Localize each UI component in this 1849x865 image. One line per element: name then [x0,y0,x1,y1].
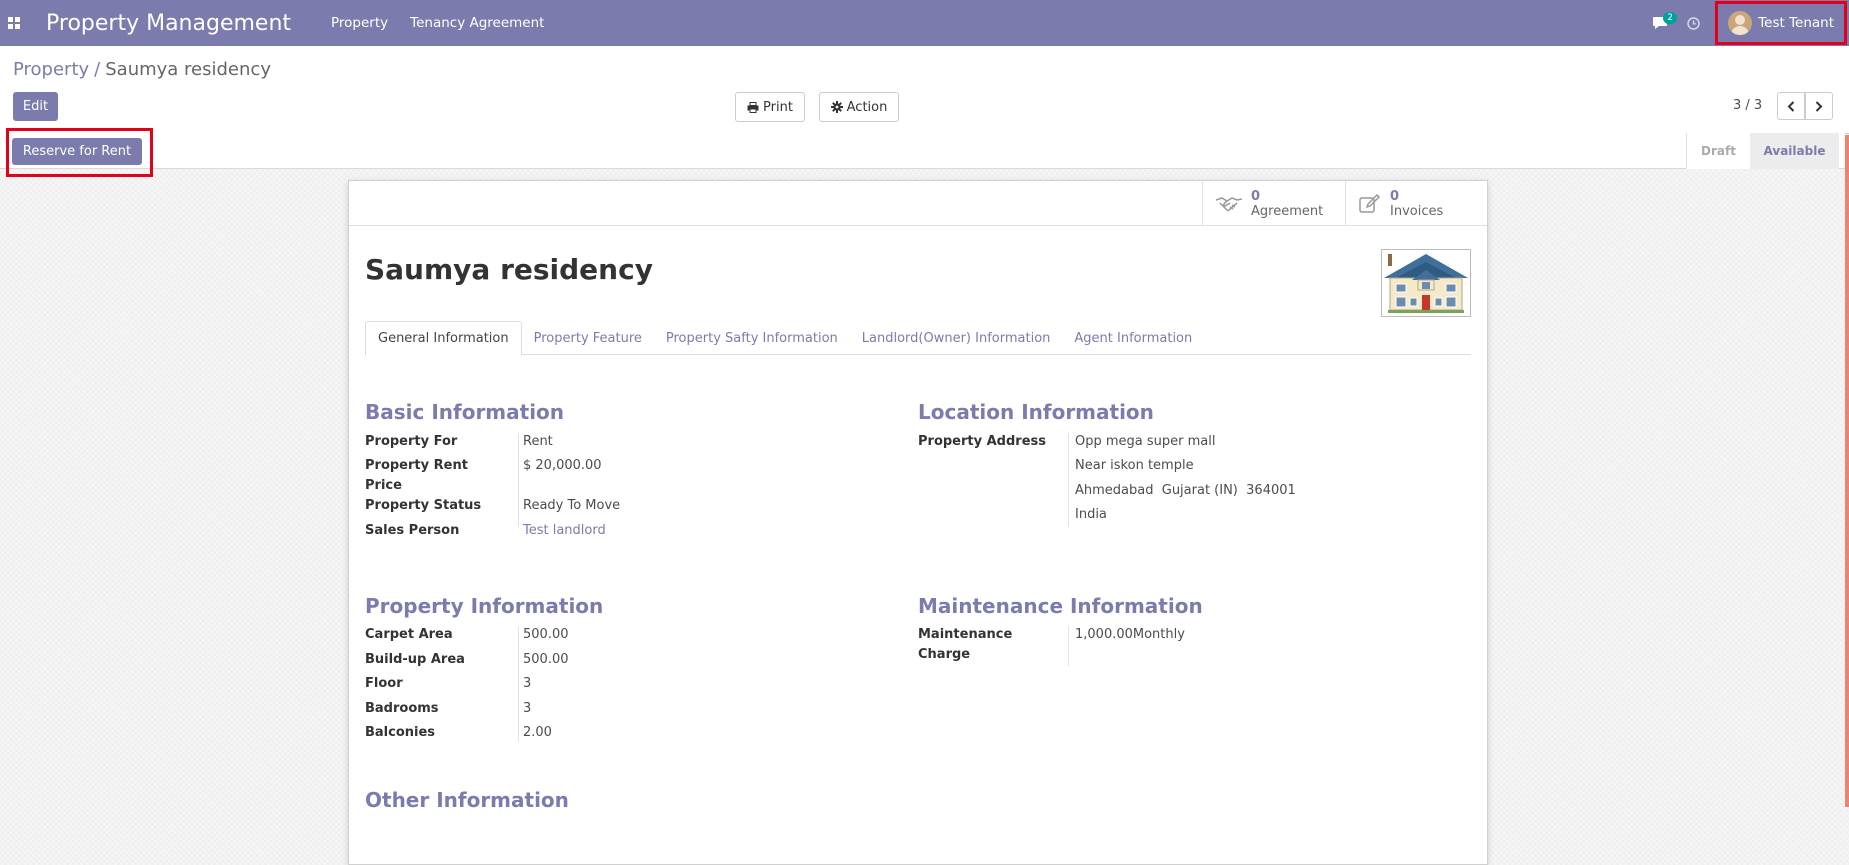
address-line-1: Opp mega super mall [1075,434,1216,449]
property-rent-price-label-line2: Price [365,478,402,493]
sales-person-link[interactable]: Test landlord [523,521,606,541]
tab-general-information[interactable]: General Information [365,321,522,356]
sales-person-label: Sales Person [365,523,460,538]
scrollbar-accent[interactable] [1845,135,1849,807]
handshake-icon [1215,196,1243,211]
field-divider [1068,433,1069,527]
action-button[interactable]: Action [819,92,899,122]
smart-button-box: 0 Agreement 0 Invoices [349,181,1487,226]
activity-clock-icon[interactable] [1683,0,1703,46]
action-label: Action [846,99,888,115]
property-image[interactable] [1381,249,1471,317]
print-icon [747,101,759,113]
status-steps: Draft Available [1686,133,1839,169]
address-line-2: Near iskon temple [1075,458,1194,473]
house-icon [1382,250,1470,316]
print-button[interactable]: Print [735,92,805,122]
maintenance-charge-label-line1: Maintenance [918,627,1013,642]
print-label: Print [763,99,793,115]
highlight-frame [6,128,153,177]
chat-icon[interactable]: 2 [1647,0,1677,46]
property-status-value: Ready To Move [523,498,621,513]
gear-icon [830,101,843,113]
status-step-available[interactable]: Available [1750,133,1839,169]
maintenance-charge-value: 1,000.00Monthly [1075,627,1185,642]
floor-value: 3 [523,676,532,691]
apps-menu-icon[interactable] [0,0,28,46]
user-name: Test Tenant [1758,15,1834,31]
user-menu[interactable]: Test Tenant [1715,1,1847,45]
tab-property-safety-information[interactable]: Property Safty Information [654,321,850,355]
address-line-4: India [1075,507,1107,522]
tab-property-feature[interactable]: Property Feature [522,321,654,355]
pager-value[interactable]: 3 / 3 [1733,98,1762,113]
form-statusbar [0,133,1845,169]
invoices-label: Invoices [1390,203,1444,219]
field-divider [518,626,519,742]
edit-icon [1359,193,1381,213]
buildup-area-label: Build-up Area [365,652,465,667]
breadcrumb-current: Saumya residency [105,59,271,80]
address-line-3: Ahmedabad Gujarat (IN) 364001 [1075,483,1296,498]
breadcrumb-separator: / [94,59,101,80]
location-information-title: Location Information [918,400,1154,424]
basic-information-title: Basic Information [365,400,565,424]
other-information-title: Other Information [365,788,569,812]
carpet-area-value: 500.00 [523,627,569,642]
breadcrumb: Property / Saumya residency [13,59,271,80]
field-divider [518,433,519,527]
invoices-count: 0 [1390,188,1400,204]
pager-next-button[interactable] [1805,92,1833,120]
menu-property[interactable]: Property [331,15,388,31]
edit-button[interactable]: Edit [13,92,58,121]
balconies-value: 2.00 [523,725,552,740]
tab-landlord-owner-information[interactable]: Landlord(Owner) Information [850,321,1063,355]
agreement-count: 0 [1251,188,1261,204]
property-address-label: Property Address [918,434,1046,449]
buildup-area-value: 500.00 [523,652,569,667]
app-title[interactable]: Property Management [46,11,291,36]
maintenance-information-title: Maintenance Information [918,594,1203,618]
carpet-area-label: Carpet Area [365,627,453,642]
chevron-left-icon [1787,100,1795,112]
form-tabs: General Information Property Feature Pro… [365,321,1471,356]
user-avatar [1728,11,1753,35]
property-for-value: Rent [523,434,553,449]
bedrooms-value: 3 [523,701,532,716]
chevron-right-icon [1815,100,1823,112]
breadcrumb-property-link[interactable]: Property [13,59,89,80]
agreement-smart-button[interactable]: 0 Agreement [1202,181,1345,226]
property-information-title: Property Information [365,594,604,618]
agreement-label: Agreement [1251,203,1324,219]
tab-agent-information[interactable]: Agent Information [1062,321,1204,355]
maintenance-charge-label-line2: Charge [918,647,971,662]
record-title: Saumya residency [365,253,653,286]
property-status-label: Property Status [365,498,482,513]
status-step-draft[interactable]: Draft [1686,133,1750,169]
form-sheet: 0 Agreement 0 Invoices Saumya residency [348,180,1488,865]
pager-previous-button[interactable] [1777,92,1805,120]
floor-label: Floor [365,676,403,691]
top-navbar: Property Management Property Tenancy Agr… [0,0,1849,46]
field-divider [1068,626,1069,666]
property-rent-price-value: $ 20,000.00 [523,458,602,473]
property-rent-price-label-line1: Property Rent [365,458,468,473]
bedrooms-label: Badrooms [365,701,439,716]
menu-tenancy-agreement[interactable]: Tenancy Agreement [410,15,544,31]
property-for-label: Property For [365,434,458,449]
chat-count-badge: 2 [1663,12,1677,24]
invoices-smart-button[interactable]: 0 Invoices [1345,181,1487,226]
balconies-label: Balconies [365,725,436,740]
